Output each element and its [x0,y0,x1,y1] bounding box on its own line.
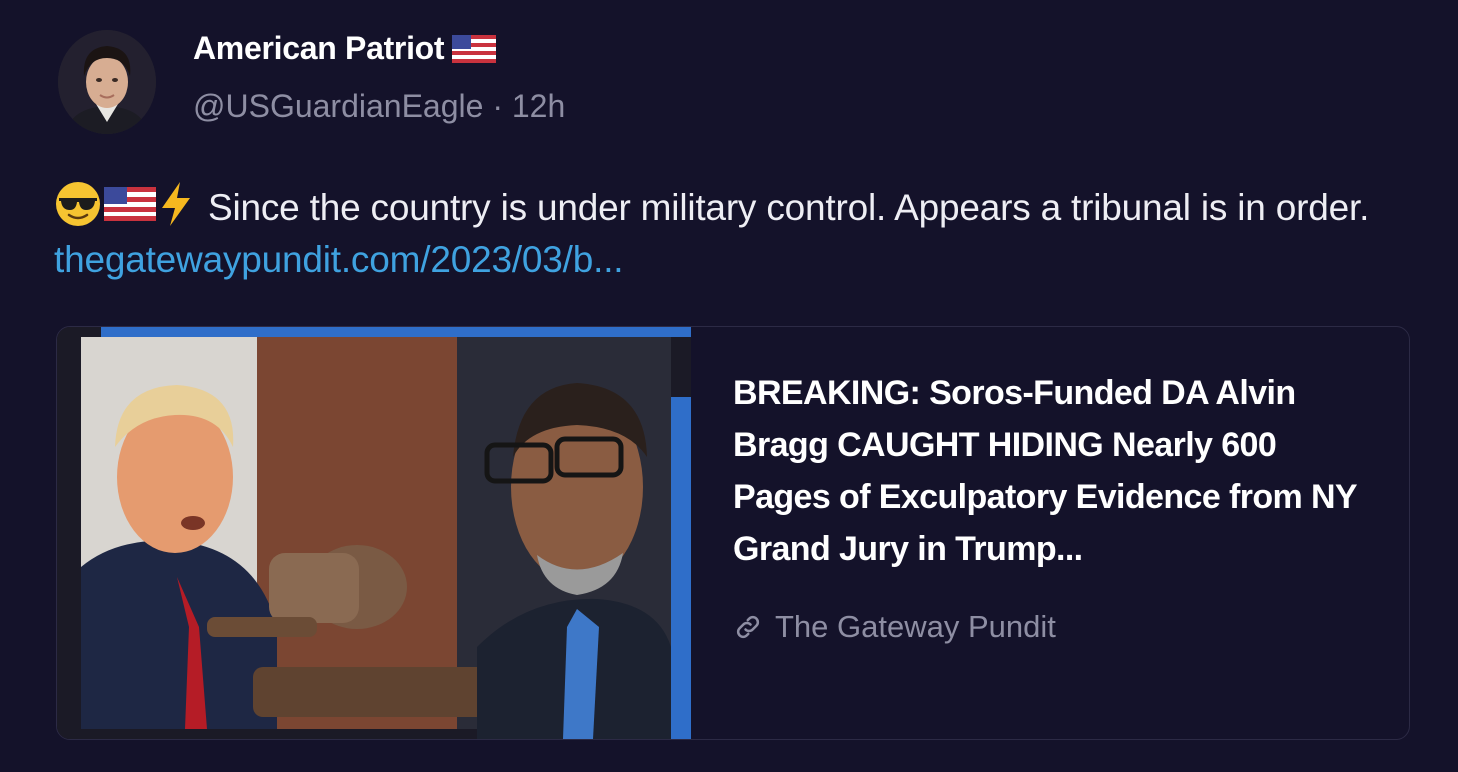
us-flag-icon [104,187,156,221]
lightning-icon [162,182,190,226]
article-source: The Gateway Pundit [733,609,1373,645]
link-icon [736,615,760,639]
post-emojis [54,180,194,228]
link-card-body: BREAKING: Soros-Funded DA Alvin Bragg CA… [733,367,1373,645]
article-source-name: The Gateway Pundit [775,609,1056,644]
link-preview-card[interactable]: BREAKING: Soros-Funded DA Alvin Bragg CA… [56,326,1410,740]
post-body-text: Since the country is under military cont… [208,187,1370,228]
sunglasses-face-icon [56,182,100,226]
post: American Patriot @USGuardianEagle · 12h [0,0,1458,772]
us-flag-icon [452,34,497,63]
author-avatar[interactable] [58,30,156,134]
article-thumbnail-image[interactable] [57,327,691,739]
display-name-text: American Patriot [193,30,445,66]
post-link[interactable]: thegatewaypundit.com/2023/03/b... [54,239,624,280]
article-title[interactable]: BREAKING: Soros-Funded DA Alvin Bragg CA… [733,367,1373,575]
post-timestamp[interactable]: 12h [512,88,565,124]
profile-photo-icon [58,30,156,134]
author-handle[interactable]: @USGuardianEagle [193,88,483,124]
author-display-name[interactable]: American Patriot [193,30,497,67]
post-meta: @USGuardianEagle · 12h [193,88,565,125]
post-text: Since the country is under military cont… [54,180,1414,286]
meta-separator: · [492,88,503,124]
